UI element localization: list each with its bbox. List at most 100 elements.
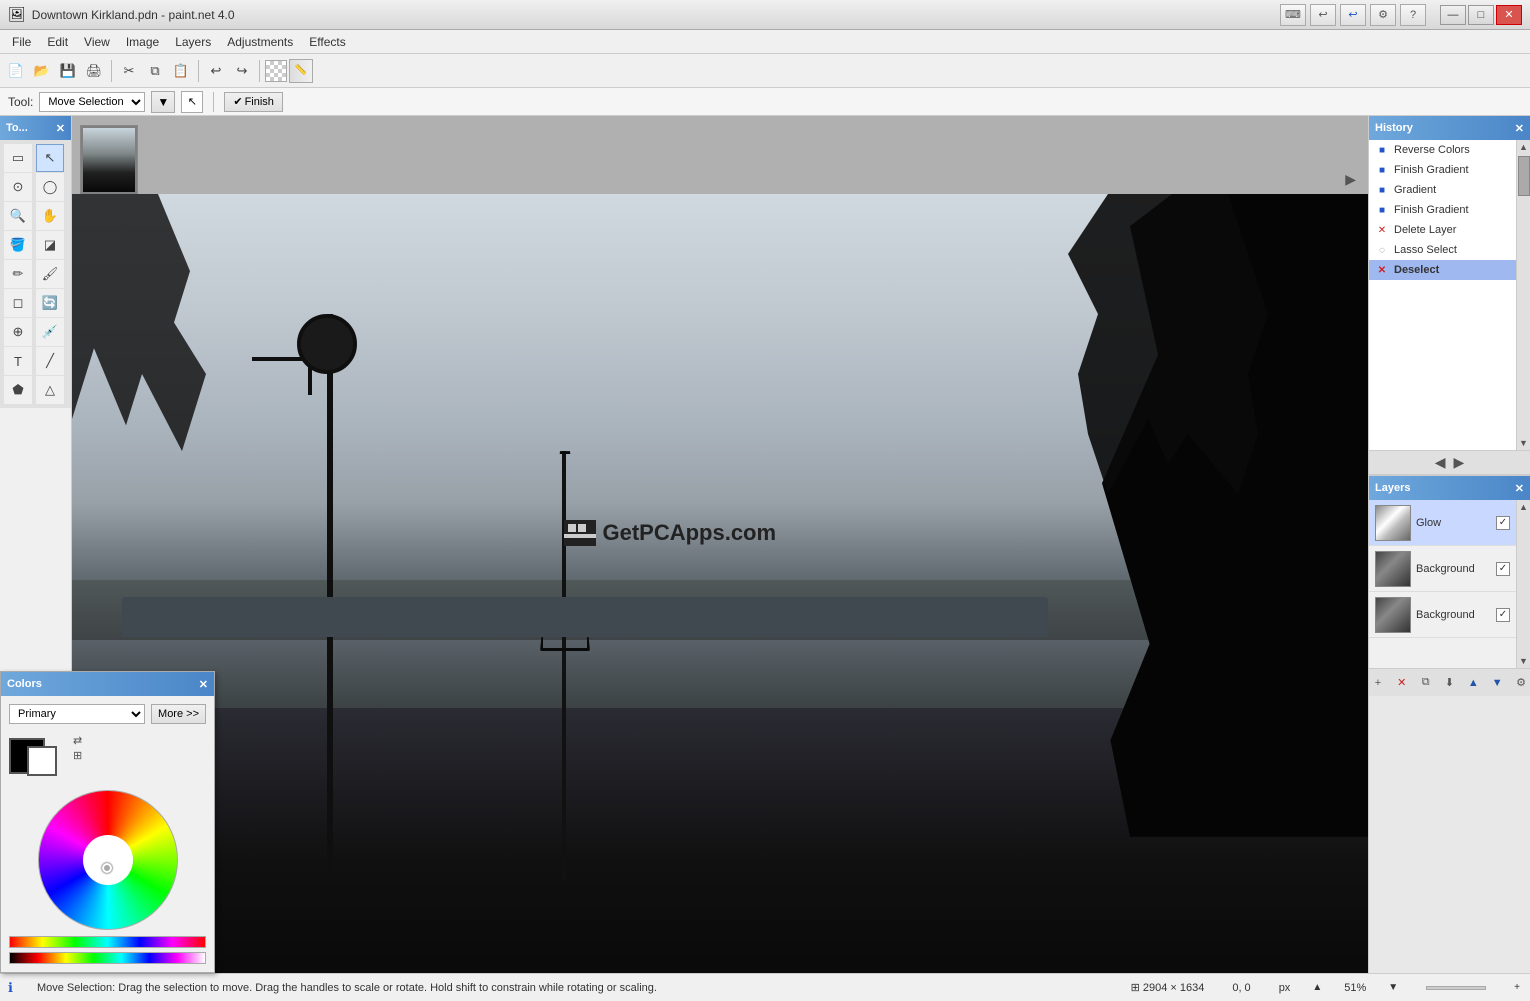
tool-pan[interactable]: ✋ bbox=[36, 202, 64, 230]
layers-scroll-down[interactable]: ▼ bbox=[1517, 654, 1530, 668]
history-close-btn[interactable]: ✕ bbox=[1515, 122, 1524, 135]
menu-view[interactable]: View bbox=[76, 31, 118, 53]
layer-glow[interactable]: Glow ✓ bbox=[1369, 500, 1516, 546]
layer-props-btn[interactable]: ⚙ bbox=[1512, 673, 1530, 693]
tool-brush[interactable]: 🖌 bbox=[36, 260, 64, 288]
ruler-btn[interactable]: 📏 bbox=[289, 59, 313, 83]
tool-eraser[interactable]: ◻ bbox=[4, 289, 32, 317]
image-tab[interactable] bbox=[80, 125, 138, 194]
undo-nav-btn[interactable]: ◀ bbox=[1435, 454, 1446, 471]
tool-line[interactable]: ╱ bbox=[36, 347, 64, 375]
color-gradient-bar[interactable] bbox=[9, 936, 206, 948]
finish-btn[interactable]: ✔ Finish bbox=[224, 92, 283, 112]
swap-colors-btn[interactable]: ⇄ bbox=[73, 734, 82, 747]
layer-delete-btn[interactable]: ✕ bbox=[1393, 673, 1411, 693]
color-wheel[interactable] bbox=[38, 790, 178, 930]
tool-recolor[interactable]: 🔄 bbox=[36, 289, 64, 317]
history-scroll-down[interactable]: ▼ bbox=[1517, 436, 1530, 450]
history-item-delete-layer[interactable]: ✕ Delete Layer bbox=[1369, 220, 1516, 240]
toolbar-btn-1[interactable]: ⌨ bbox=[1280, 4, 1306, 26]
tool-color-pick[interactable]: 💉 bbox=[36, 318, 64, 346]
copy-btn[interactable]: ⧉ bbox=[143, 59, 167, 83]
zoom-up-btn[interactable]: + bbox=[1514, 982, 1520, 993]
tool-rect-select[interactable]: ▭ bbox=[4, 144, 32, 172]
layer-duplicate-btn[interactable]: ⧉ bbox=[1417, 673, 1435, 693]
history-item-finish-gradient-1[interactable]: ■ Finish Gradient bbox=[1369, 160, 1516, 180]
colors-top: Primary Secondary More >> bbox=[9, 704, 206, 724]
undo-btn[interactable]: ↩ bbox=[204, 59, 228, 83]
color-swap-area: ⇄ ⊞ bbox=[73, 734, 82, 762]
history-item-finish-gradient-2[interactable]: ■ Finish Gradient bbox=[1369, 200, 1516, 220]
reset-colors-btn[interactable]: ⊞ bbox=[73, 749, 82, 762]
colors-close-btn[interactable]: ✕ bbox=[199, 678, 208, 691]
status-zoom-down[interactable]: ▼ bbox=[1388, 982, 1398, 993]
history-scroll-up[interactable]: ▲ bbox=[1517, 140, 1530, 154]
tool-text[interactable]: T bbox=[4, 347, 32, 375]
primary-select[interactable]: Primary Secondary bbox=[9, 704, 145, 724]
grid-btn[interactable] bbox=[265, 60, 287, 82]
menu-layers[interactable]: Layers bbox=[167, 31, 219, 53]
layer-down-btn[interactable]: ▼ bbox=[1488, 673, 1506, 693]
close-btn[interactable]: ✕ bbox=[1496, 5, 1522, 25]
app-icon: 🖼 bbox=[8, 6, 26, 23]
menu-effects[interactable]: Effects bbox=[301, 31, 353, 53]
status-zoom-up[interactable]: ▲ bbox=[1312, 982, 1322, 993]
layer-merge-btn[interactable]: ⬇ bbox=[1441, 673, 1459, 693]
layer-glow-vis[interactable]: ✓ bbox=[1496, 516, 1510, 530]
menu-file[interactable]: File bbox=[4, 31, 39, 53]
save-file-btn[interactable]: 💾 bbox=[56, 59, 80, 83]
color-wheel-cursor[interactable] bbox=[102, 863, 112, 873]
toolbar-btn-4[interactable]: ⚙ bbox=[1370, 4, 1396, 26]
layers-scroll-up[interactable]: ▲ bbox=[1517, 500, 1530, 514]
more-btn[interactable]: More >> bbox=[151, 704, 206, 724]
print-btn[interactable]: 🖨 bbox=[82, 59, 106, 83]
layer-background-2[interactable]: Background ✓ bbox=[1369, 592, 1516, 638]
tab-scroll-right[interactable]: ▶ bbox=[1341, 171, 1360, 188]
tool-shapes[interactable]: ⬟ bbox=[4, 376, 32, 404]
paste-btn[interactable]: 📋 bbox=[169, 59, 193, 83]
tool-lasso[interactable]: ⊙ bbox=[4, 173, 32, 201]
new-file-btn[interactable]: 📄 bbox=[4, 59, 28, 83]
layer-bg1-vis[interactable]: ✓ bbox=[1496, 562, 1510, 576]
tool-ellipse-select[interactable]: ◯ bbox=[36, 173, 64, 201]
tool-gradient[interactable]: ◪ bbox=[36, 231, 64, 259]
history-item-deselect[interactable]: ✕ Deselect bbox=[1369, 260, 1516, 280]
history-item-lasso[interactable]: ◌ Lasso Select bbox=[1369, 240, 1516, 260]
open-file-btn[interactable]: 📂 bbox=[30, 59, 54, 83]
toolbar-btn-5[interactable]: ? bbox=[1400, 4, 1426, 26]
history-scrollbar[interactable]: ▲ ▼ bbox=[1516, 140, 1530, 450]
layers-close-btn[interactable]: ✕ bbox=[1515, 482, 1524, 495]
menu-edit[interactable]: Edit bbox=[39, 31, 76, 53]
tool-freeform[interactable]: △ bbox=[36, 376, 64, 404]
minimize-btn[interactable]: — bbox=[1440, 5, 1466, 25]
tool-stamp[interactable]: ⊕ bbox=[4, 318, 32, 346]
history-item-gradient[interactable]: ■ Gradient bbox=[1369, 180, 1516, 200]
layer-up-btn[interactable]: ▲ bbox=[1464, 673, 1482, 693]
menu-adjustments[interactable]: Adjustments bbox=[219, 31, 301, 53]
cut-btn[interactable]: ✂ bbox=[117, 59, 141, 83]
history-scroll-thumb[interactable] bbox=[1518, 156, 1530, 196]
layers-scrollbar[interactable]: ▲ ▼ bbox=[1516, 500, 1530, 668]
layer-bg2-vis[interactable]: ✓ bbox=[1496, 608, 1510, 622]
layer-background-1[interactable]: Background ✓ bbox=[1369, 546, 1516, 592]
toolbar-btn-2[interactable]: ↩ bbox=[1310, 4, 1336, 26]
redo-btn[interactable]: ↪ bbox=[230, 59, 254, 83]
tool-arrow-btn[interactable]: ▼ bbox=[151, 91, 175, 113]
tool-move-select[interactable]: ↖ bbox=[36, 144, 64, 172]
maximize-btn[interactable]: □ bbox=[1468, 5, 1494, 25]
history-item-reverse-colors[interactable]: ■ Reverse Colors bbox=[1369, 140, 1516, 160]
color-rainbow-bar[interactable] bbox=[9, 952, 206, 964]
tool-paint-bucket[interactable]: 🪣 bbox=[4, 231, 32, 259]
layer-add-btn[interactable]: + bbox=[1369, 673, 1387, 693]
tool-options-bar: Tool: Move Selection ▼ ↖ ✔ Finish bbox=[0, 88, 1530, 116]
tools-close-btn[interactable]: ✕ bbox=[56, 122, 65, 135]
menu-image[interactable]: Image bbox=[118, 31, 167, 53]
toolbar-btn-3[interactable]: ↩ bbox=[1340, 4, 1366, 26]
redo-nav-btn[interactable]: ▶ bbox=[1454, 454, 1465, 471]
titlebar: 🖼 Downtown Kirkland.pdn - paint.net 4.0 … bbox=[0, 0, 1530, 30]
secondary-color-swatch[interactable] bbox=[27, 746, 57, 776]
zoom-slider[interactable] bbox=[1426, 986, 1486, 990]
tool-pencil[interactable]: ✏ bbox=[4, 260, 32, 288]
tool-zoom[interactable]: 🔍 bbox=[4, 202, 32, 230]
tool-select[interactable]: Move Selection bbox=[39, 92, 145, 112]
